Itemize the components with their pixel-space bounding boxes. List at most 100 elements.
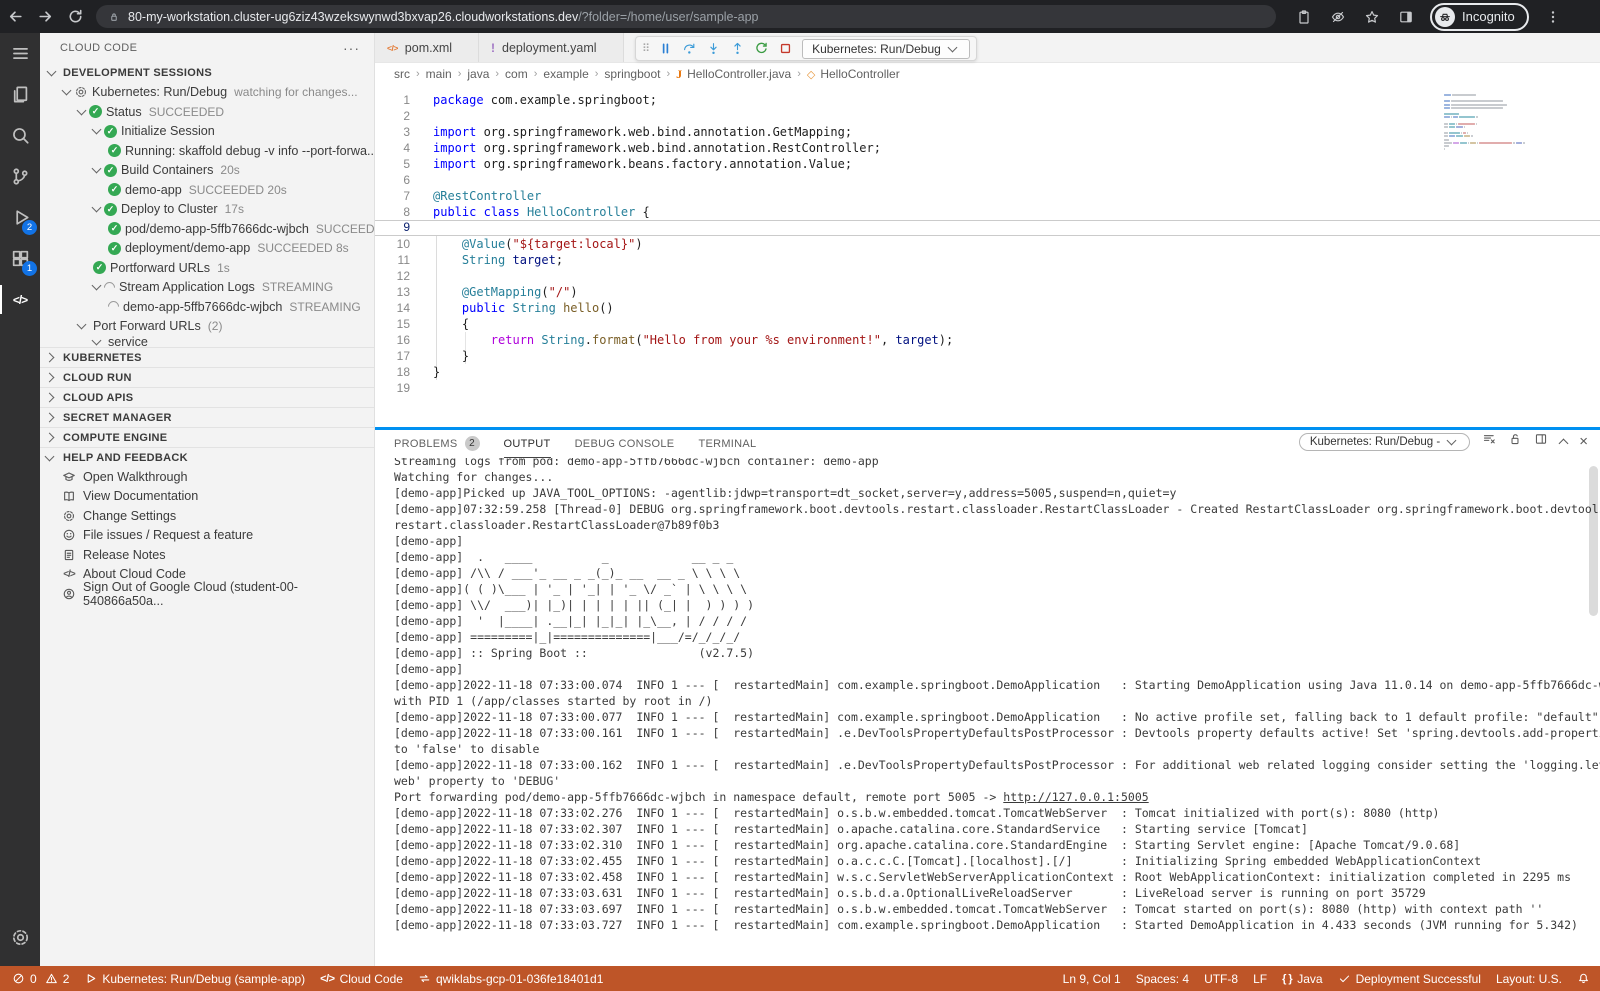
debug-profile-dropdown[interactable]: Kubernetes: Run/Debug [802, 39, 970, 59]
tree-item[interactable]: DEVELOPMENT SESSIONS [40, 63, 374, 83]
code-line[interactable]: 13 @GetMapping("/") [375, 284, 1600, 300]
tree-item[interactable]: ✓StatusSUCCEEDED [40, 102, 374, 122]
activity-run-debug-icon[interactable]: 2 [0, 197, 40, 238]
code-line[interactable]: 4import org.springframework.web.bind.ann… [375, 140, 1600, 156]
activity-source-control-icon[interactable] [0, 156, 40, 197]
tree-item[interactable]: ✓demo-appSUCCEEDED 20s [40, 180, 374, 200]
breadcrumb-segment[interactable]: main [426, 67, 452, 81]
log-link[interactable]: http://127.0.0.1:5005 [1003, 790, 1148, 804]
pause-button[interactable] [658, 41, 673, 56]
breadcrumb-segment[interactable]: example [543, 67, 588, 81]
code-line[interactable]: 15 { [375, 316, 1600, 332]
status-item-deployment-successful[interactable]: Deployment Successful [1338, 972, 1481, 986]
breadcrumb[interactable]: src›main›java›com›example›springboot›JHe… [375, 63, 1600, 85]
tree-item[interactable]: Stream Application LogsSTREAMING [40, 278, 374, 298]
incognito-badge[interactable]: Incognito [1430, 3, 1529, 31]
reload-button[interactable] [60, 4, 90, 30]
help-item-grad-cap[interactable]: Open Walkthrough [40, 467, 374, 487]
help-item-person[interactable]: Sign Out of Google Cloud (student-00-540… [40, 584, 374, 604]
breadcrumb-segment[interactable]: src [394, 67, 410, 81]
clear-output-icon[interactable] [1482, 432, 1496, 451]
panel-tab-output[interactable]: OUTPUT [504, 431, 551, 458]
open-in-editor-icon[interactable] [1534, 432, 1548, 451]
tree-item[interactable]: Kubernetes: Run/Debugwatching for change… [40, 83, 374, 103]
status-item-ln-9-col-1[interactable]: Ln 9, Col 1 [1063, 972, 1121, 986]
code-line[interactable]: 17 } [375, 348, 1600, 364]
tree-item[interactable]: service [40, 336, 374, 347]
sidebar-more-icon[interactable]: ··· [343, 40, 360, 56]
drag-handle-icon[interactable]: ⠿ [642, 42, 649, 55]
code-line[interactable]: 16 return String.format("Hello from your… [375, 332, 1600, 348]
code-line[interactable]: 8public class HelloController { [375, 204, 1600, 220]
step-out-button[interactable] [730, 41, 745, 56]
activity-settings-gear-icon[interactable] [0, 917, 40, 958]
status-item-layout-u-s-[interactable]: Layout: U.S. [1496, 972, 1562, 986]
tab-pom.xml[interactable]: </>pom.xml [375, 33, 479, 62]
tree-item[interactable]: ✓Initialize Session [40, 122, 374, 142]
breadcrumb-file[interactable]: HelloController.java [687, 67, 791, 81]
code-line[interactable]: 18} [375, 364, 1600, 380]
tab-deployment.yaml[interactable]: !deployment.yaml [479, 33, 624, 62]
stop-button[interactable] [778, 41, 793, 56]
step-into-button[interactable] [706, 41, 721, 56]
clipboard-icon[interactable] [1290, 4, 1318, 30]
status-item-bell[interactable] [1577, 972, 1590, 985]
tree-item[interactable]: demo-app-5ffb7666dc-wjbchSTREAMING [40, 297, 374, 317]
tree-item[interactable]: ✓Running: skaffold debug -v info --port-… [40, 141, 374, 161]
help-item-gear[interactable]: Change Settings [40, 506, 374, 526]
panel-tab-problems[interactable]: PROBLEMS2 [394, 431, 480, 458]
maximize-panel-icon[interactable] [1559, 438, 1569, 448]
tree-item[interactable]: ✓Portforward URLs1s [40, 258, 374, 278]
output-log[interactable]: Streaming logs from pod: demo-app-5ffb76… [375, 458, 1600, 966]
minimap[interactable] [1444, 94, 1532, 155]
scrollbar[interactable] [1589, 466, 1598, 616]
forward-button[interactable] [30, 4, 60, 30]
lock-scroll-icon[interactable] [1508, 432, 1522, 451]
status-item-qwiklabs-gcp-01-036fe184[interactable]: qwiklabs-gcp-01-036fe18401d1 [418, 972, 603, 986]
code-line[interactable]: 9 [375, 220, 1600, 236]
code-line[interactable]: 19 [375, 380, 1600, 396]
status-item-spaces-4[interactable]: Spaces: 4 [1136, 972, 1189, 986]
eye-off-icon[interactable] [1324, 4, 1352, 30]
activity-menu-icon[interactable] [0, 33, 40, 74]
status-item-kubernetes-run-debug-sam[interactable]: Kubernetes: Run/Debug (sample-app) [84, 972, 305, 986]
status-item-java[interactable]: { }Java [1282, 972, 1322, 986]
section-compute-engine[interactable]: COMPUTE ENGINE [40, 427, 374, 447]
section-help-and-feedback[interactable]: HELP AND FEEDBACK [40, 447, 374, 467]
status-item-0[interactable]: 0 [12, 972, 37, 986]
activity-cloud-code-icon[interactable]: </> [0, 279, 40, 320]
tree-item[interactable]: ✓Build Containers20s [40, 161, 374, 181]
breadcrumb-segment[interactable]: com [505, 67, 528, 81]
code-line[interactable]: 6 [375, 172, 1600, 188]
code-line[interactable]: 2 [375, 108, 1600, 124]
section-cloud-run[interactable]: CLOUD RUN [40, 367, 374, 387]
code-line[interactable]: 10 @Value("${target:local}") [375, 236, 1600, 252]
back-button[interactable] [0, 4, 30, 30]
output-channel-dropdown[interactable]: Kubernetes: Run/Debug - [1299, 433, 1470, 451]
tree-item[interactable]: ✓pod/demo-app-5ffb7666dc-wjbchSUCCEED... [40, 219, 374, 239]
section-secret-manager[interactable]: SECRET MANAGER [40, 407, 374, 427]
code-line[interactable]: 5import org.springframework.beans.factor… [375, 156, 1600, 172]
help-item-book[interactable]: View Documentation [40, 487, 374, 507]
address-bar[interactable]: 80-my-workstation.cluster-ug6ziz43wzeksw… [96, 5, 1276, 28]
code-line[interactable]: 11 String target; [375, 252, 1600, 268]
panel-tab-terminal[interactable]: TERMINAL [698, 431, 756, 458]
code-line[interactable]: 14 public String hello() [375, 300, 1600, 316]
code-line[interactable]: 12 [375, 268, 1600, 284]
side-panel-icon[interactable] [1392, 4, 1420, 30]
help-item-note[interactable]: Release Notes [40, 545, 374, 565]
status-item-utf-8[interactable]: UTF-8 [1204, 972, 1238, 986]
code-line[interactable]: 3import org.springframework.web.bind.ann… [375, 124, 1600, 140]
panel-tab-debug-console[interactable]: DEBUG CONSOLE [575, 431, 675, 458]
close-panel-icon[interactable]: × [1579, 433, 1588, 450]
restart-button[interactable] [754, 41, 769, 56]
step-over-button[interactable] [682, 41, 697, 56]
breadcrumb-symbol[interactable]: HelloController [820, 67, 899, 81]
activity-search-icon[interactable] [0, 115, 40, 156]
code-editor[interactable]: 1package com.example.springboot;23import… [375, 86, 1600, 427]
status-item-2[interactable]: 2 [45, 972, 70, 986]
code-line[interactable]: 1package com.example.springboot; [375, 92, 1600, 108]
section-cloud-apis[interactable]: CLOUD APIS [40, 387, 374, 407]
section-kubernetes[interactable]: KUBERNETES [40, 347, 374, 367]
help-item-smiley[interactable]: File issues / Request a feature [40, 526, 374, 546]
